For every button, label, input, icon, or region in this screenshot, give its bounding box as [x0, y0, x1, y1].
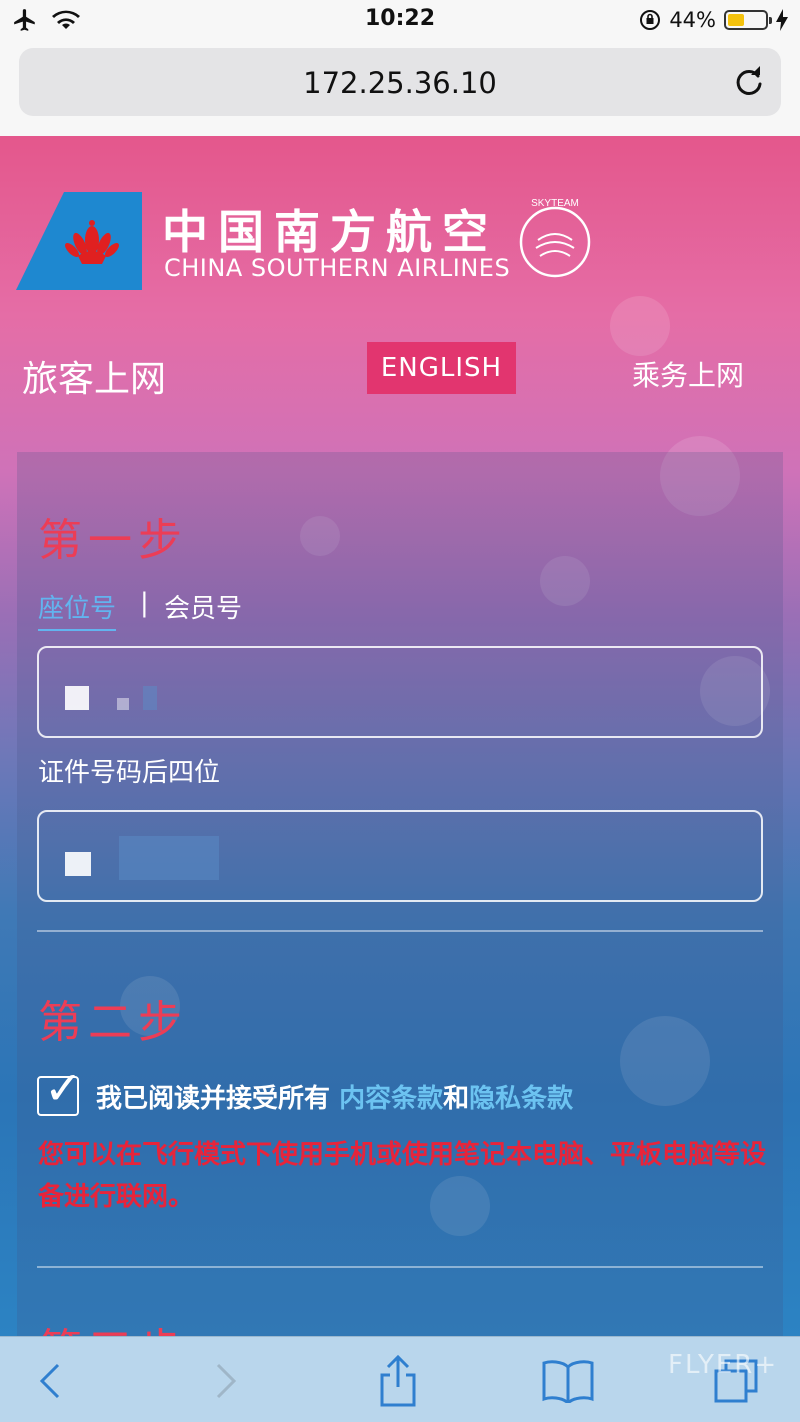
terms-link[interactable]: 内容条款 [339, 1084, 443, 1114]
bookmarks-button[interactable] [538, 1351, 598, 1411]
privacy-link[interactable]: 隐私条款 [469, 1084, 573, 1114]
url-text: 172.25.36.10 [303, 66, 497, 100]
orientation-lock-icon [640, 10, 661, 30]
id-last4-input[interactable] [37, 810, 763, 902]
step1-title: 第一步 [38, 515, 188, 566]
checkmark-icon: ✓ [44, 1061, 83, 1115]
redacted-text [117, 698, 129, 710]
battery-percent: 44% [669, 8, 716, 32]
skyteam-logo: SKYTEAM [519, 198, 591, 278]
url-bar[interactable]: 172.25.36.10 [19, 48, 781, 116]
chevron-right-icon [216, 1363, 237, 1399]
bokeh-decoration [610, 296, 670, 356]
share-icon [380, 1355, 416, 1407]
english-button[interactable]: ENGLISH [367, 342, 516, 394]
charging-icon [776, 9, 788, 31]
tab-seat-number[interactable]: 座位号 [38, 588, 117, 631]
agree-text: 我已阅读并接受所有 内容条款和隐私条款 [96, 1078, 573, 1115]
reload-icon[interactable] [731, 64, 767, 100]
nav-crew-wifi[interactable]: 乘务上网 [632, 354, 744, 394]
agree-prefix: 我已阅读并接受所有 [96, 1084, 340, 1114]
tab-member-number[interactable]: 会员号 [164, 588, 242, 625]
book-icon [542, 1360, 594, 1403]
status-right: 44% [639, 6, 788, 34]
nav-passenger-wifi[interactable]: 旅客上网 [22, 350, 166, 402]
agree-and: 和 [443, 1084, 470, 1114]
redacted-text [119, 836, 219, 880]
brand-name-en: CHINA SOUTHERN AIRLINES [164, 254, 511, 282]
section-divider [37, 930, 763, 932]
flight-mode-notice: 您可以在飞行模式下使用手机或使用笔记本电脑、平板电脑等设备进行联网。 [38, 1140, 767, 1212]
brand-name-cn: 中国南方航空 [162, 205, 498, 259]
skyteam-text: SKYTEAM [531, 198, 579, 209]
forward-button[interactable] [196, 1351, 256, 1411]
flyert-watermark: FLYER+ [668, 1350, 779, 1380]
chevron-left-icon [39, 1363, 60, 1399]
browser-url-area: 172.25.36.10 [0, 40, 800, 136]
share-button[interactable] [368, 1351, 428, 1411]
id-last4-label: 证件号码后四位 [38, 758, 221, 788]
portal-page: 中国南方航空 CHINA SOUTHERN AIRLINES SKYTEAM 旅… [0, 136, 800, 1336]
step2-title: 第二步 [38, 997, 188, 1048]
redacted-text [65, 686, 89, 710]
battery-icon [724, 10, 772, 30]
step3-title: 第三步 [38, 1314, 188, 1336]
seat-number-input[interactable] [37, 646, 763, 738]
section-divider [37, 1266, 763, 1268]
redacted-text [143, 686, 157, 710]
status-bar: 10:22 44% [0, 0, 800, 40]
redacted-text [65, 852, 91, 876]
china-southern-logo [16, 192, 142, 290]
tab-separator: | [140, 588, 149, 618]
back-button[interactable] [20, 1351, 80, 1411]
